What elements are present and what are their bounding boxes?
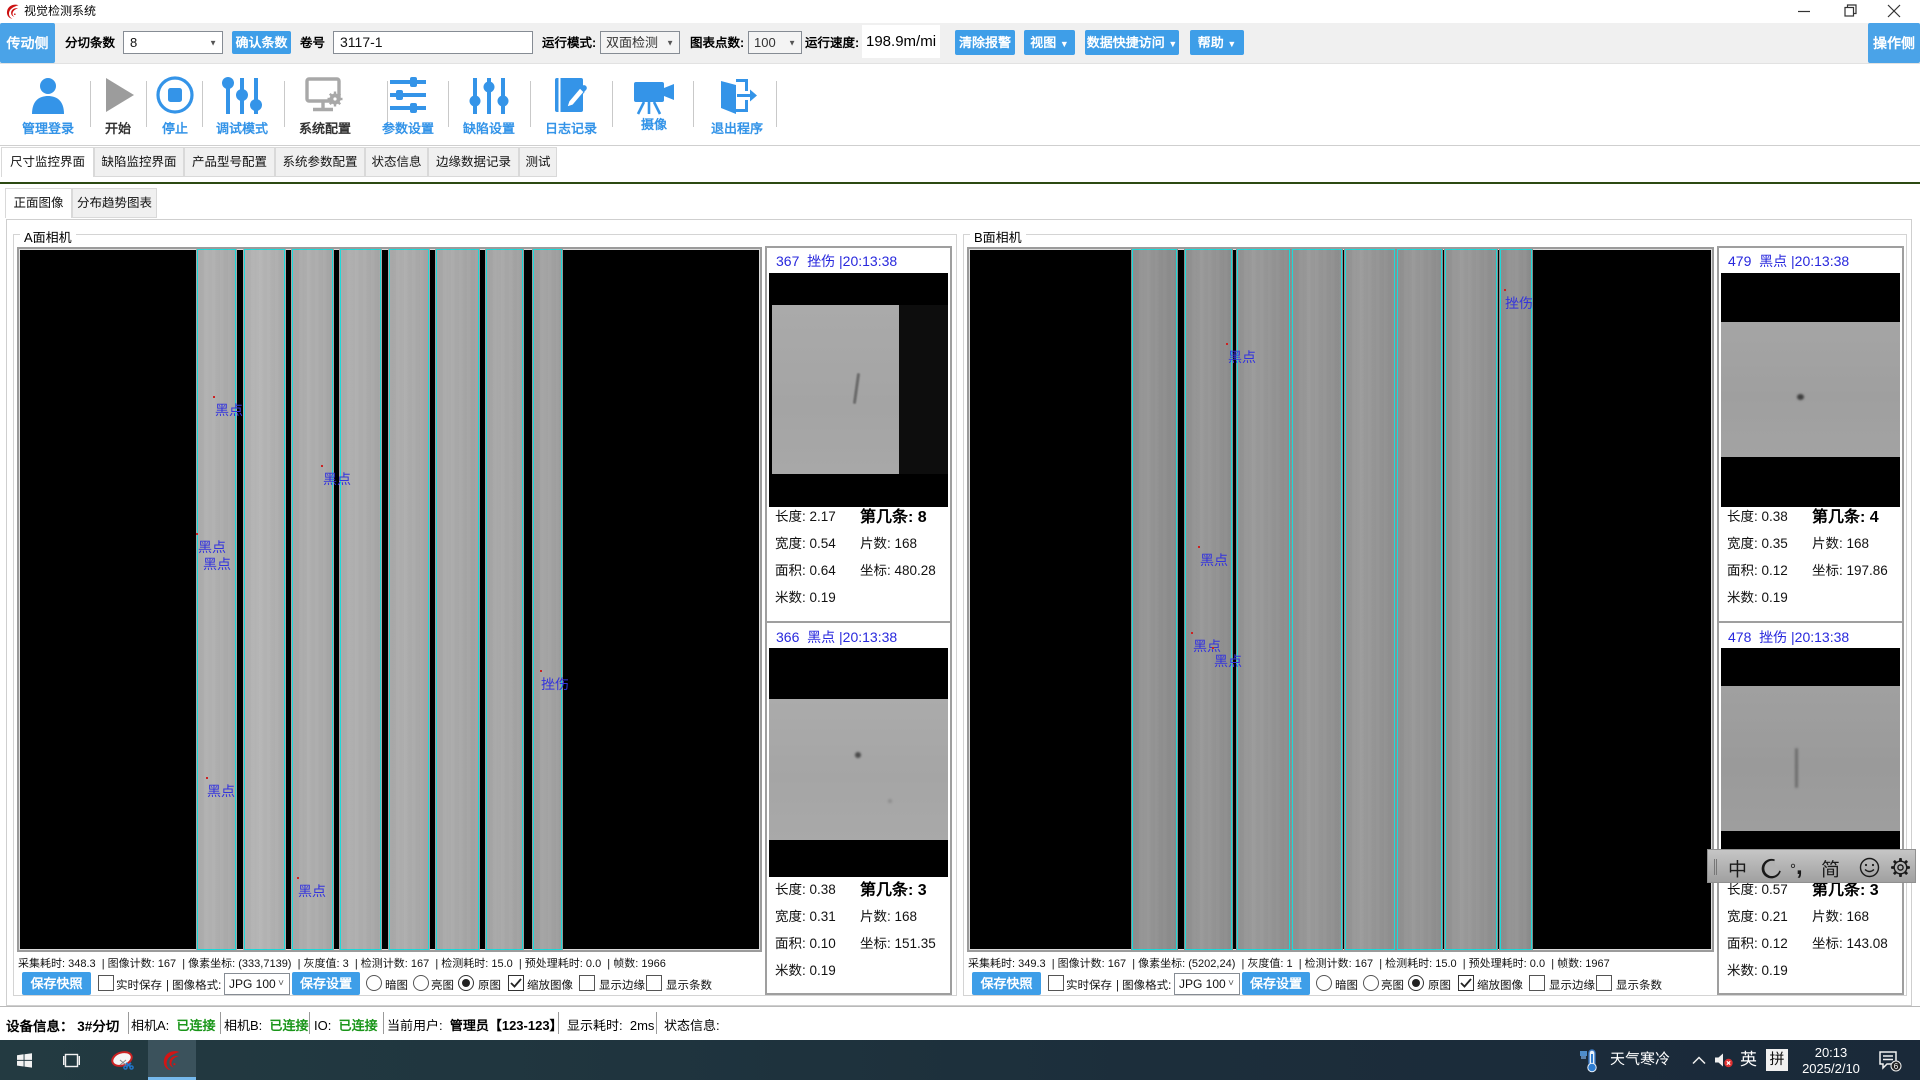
svg-text:6: 6 — [1894, 1062, 1899, 1071]
